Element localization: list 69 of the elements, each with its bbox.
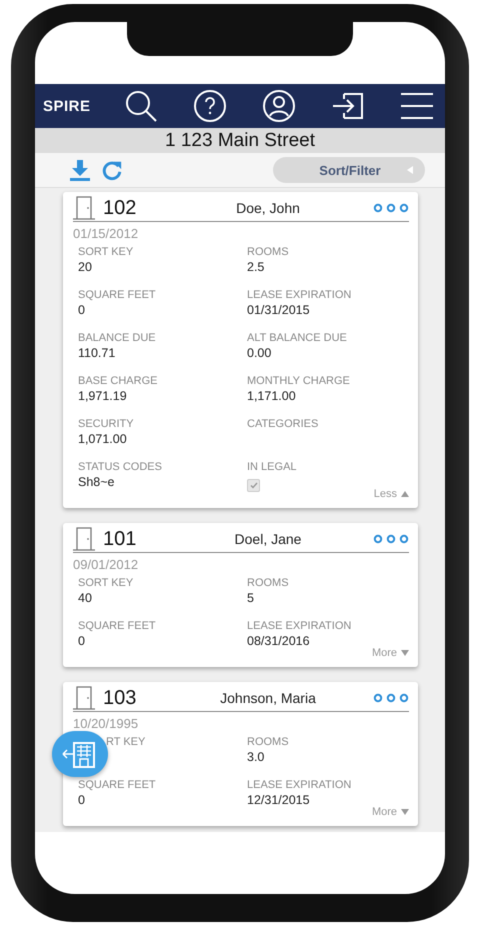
download-icon[interactable] (69, 158, 91, 182)
field-label: IN LEGAL (247, 461, 298, 473)
more-options-icon[interactable] (373, 693, 409, 703)
checkbox[interactable] (247, 479, 260, 492)
building-icon (62, 739, 98, 769)
help-icon[interactable] (192, 88, 228, 124)
field-label: BALANCE DUE (78, 332, 157, 344)
field-value: 1,071.00 (78, 432, 128, 446)
unit-number: 101 (103, 528, 138, 550)
unit-number: 103 (103, 686, 138, 710)
tenant-name: Johnson, Maria (219, 690, 317, 706)
caret-icon (401, 650, 409, 656)
caret-icon (401, 809, 409, 815)
more-options-icon[interactable] (373, 534, 409, 544)
caret-icon (407, 166, 413, 174)
lease-date: 09/01/2012 (73, 557, 140, 572)
field-value: 2.5 (247, 260, 266, 274)
expand-toggle[interactable]: More (372, 647, 409, 659)
field-value: 5 (247, 591, 255, 605)
user-icon[interactable] (261, 88, 298, 124)
field-value: 40 (78, 591, 93, 605)
door-icon (73, 527, 95, 551)
field-value: Sh8~e (78, 475, 116, 489)
caret-icon (401, 491, 409, 497)
field-value: 01/31/2015 (247, 303, 311, 317)
field-label: RT KEY (105, 736, 146, 748)
door-icon (73, 686, 95, 710)
field-label: LEASE EXPIRATION (247, 620, 352, 632)
field-label: ALT BALANCE DUE (247, 332, 348, 344)
field-value: 0 (78, 303, 86, 317)
field-value: 0 (78, 793, 86, 807)
address-title: 1 123 Main Street (35, 128, 445, 153)
field-label: SORT KEY (78, 577, 134, 589)
field-value: 0.00 (247, 346, 272, 360)
field-label: CATEGORIES (247, 418, 320, 430)
field-value: 110.71 (78, 346, 116, 360)
field-label: SQUARE FEET (78, 779, 157, 791)
field-label: ROOMS (247, 246, 290, 258)
unit-number: 102 (103, 196, 138, 220)
tenant-name: Doel, Jane (234, 531, 302, 547)
field-label: SQUARE FEET (78, 620, 157, 632)
field-value: 0 (78, 634, 86, 648)
field-label: SQUARE FEET (78, 289, 157, 301)
door-icon (73, 196, 95, 220)
more-options-icon[interactable] (373, 203, 409, 213)
field-label: ROOMS (247, 736, 290, 748)
field-value: 1,971.19 (78, 389, 128, 403)
check-icon (250, 482, 258, 489)
field-label: MONTHLY CHARGE (247, 375, 351, 387)
expand-toggle[interactable]: More (372, 806, 409, 818)
field-label: SORT KEY (78, 246, 134, 258)
field-value: 20 (78, 260, 93, 274)
field-value: 1,171.00 (247, 389, 297, 403)
sort-filter-button[interactable]: Sort/Filter (273, 157, 425, 183)
field-label: SECURITY (78, 418, 135, 430)
field-label: STATUS CODES (78, 461, 163, 473)
field-label: BASE CHARGE (78, 375, 158, 387)
field-label: LEASE EXPIRATION (247, 289, 352, 301)
field-value: 12/31/2015 (247, 793, 311, 807)
lease-date: 10/20/1995 (73, 716, 140, 731)
field-value: 3.0 (247, 750, 266, 764)
search-icon[interactable] (123, 88, 160, 124)
field-label: LEASE EXPIRATION (247, 779, 352, 791)
field-label: ROOMS (247, 577, 290, 589)
expand-toggle[interactable]: Less (374, 488, 409, 500)
lease-date: 01/15/2012 (73, 226, 140, 241)
logo: SPIRE (43, 98, 91, 114)
tenant-name: Doe, John (235, 200, 301, 216)
field-value: 08/31/2016 (247, 634, 311, 648)
